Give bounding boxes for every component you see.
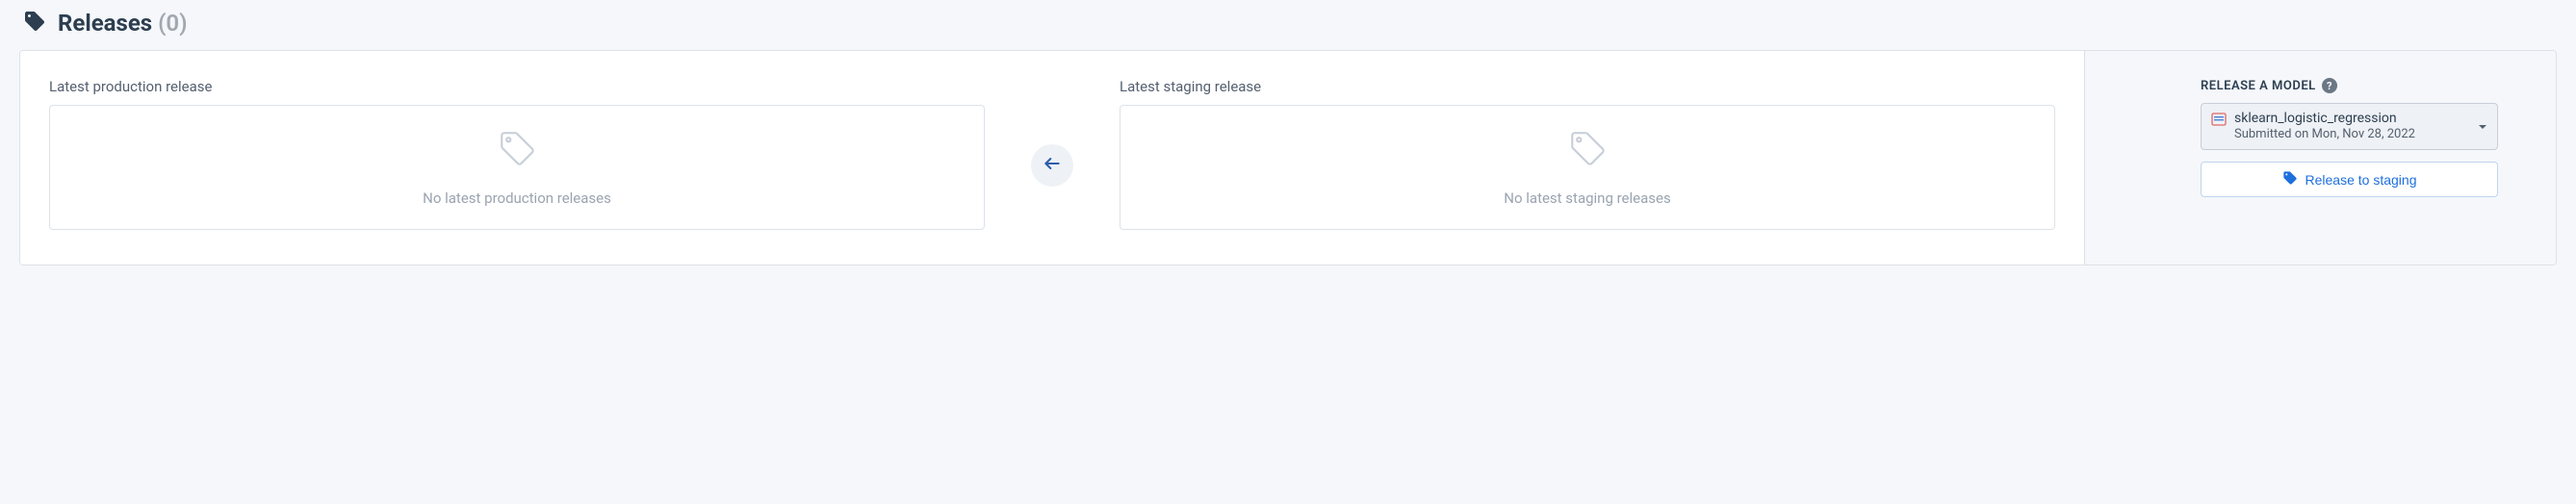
help-icon[interactable]: ? xyxy=(2322,78,2337,93)
arrow-left-icon xyxy=(1043,154,1062,177)
promote-arrow-wrap xyxy=(985,144,1120,187)
chevron-down-icon xyxy=(2478,117,2487,136)
selected-model-name: sklearn_logistic_regression xyxy=(2234,110,2415,127)
production-empty-text: No latest production releases xyxy=(423,189,611,207)
staging-column: Latest staging release No latest staging… xyxy=(1120,78,2055,230)
production-release-box: No latest production releases xyxy=(49,105,985,230)
production-column: Latest production release No latest prod… xyxy=(49,78,985,230)
release-count: (0) xyxy=(158,10,187,37)
staging-release-box: No latest staging releases xyxy=(1120,105,2055,230)
release-to-staging-button[interactable]: Release to staging xyxy=(2201,162,2498,197)
releases-panel: Latest production release No latest prod… xyxy=(19,50,2557,265)
releases-header: Releases (0) xyxy=(19,10,2557,37)
releases-content: Latest production release No latest prod… xyxy=(20,51,2084,265)
staging-label: Latest staging release xyxy=(1120,78,2055,95)
production-label: Latest production release xyxy=(49,78,985,95)
selected-model-submitted: Submitted on Mon, Nov 28, 2022 xyxy=(2234,127,2415,143)
release-model-header: RELEASE A MODEL ? xyxy=(2201,78,2498,93)
release-button-label: Release to staging xyxy=(2306,172,2417,188)
tag-outline-icon xyxy=(1567,128,1608,172)
promote-arrow-button[interactable] xyxy=(1031,144,1073,187)
tag-icon xyxy=(23,10,46,37)
page-title: Releases xyxy=(58,10,152,37)
tag-outline-icon xyxy=(497,128,537,172)
release-model-sidebar: RELEASE A MODEL ? sklearn_logistic_regre… xyxy=(2084,51,2556,265)
notebook-icon xyxy=(2211,112,2227,127)
model-selector[interactable]: sklearn_logistic_regression Submitted on… xyxy=(2201,103,2498,150)
staging-empty-text: No latest staging releases xyxy=(1504,189,1670,207)
release-model-label: RELEASE A MODEL xyxy=(2201,79,2316,93)
tag-icon xyxy=(2282,170,2298,189)
